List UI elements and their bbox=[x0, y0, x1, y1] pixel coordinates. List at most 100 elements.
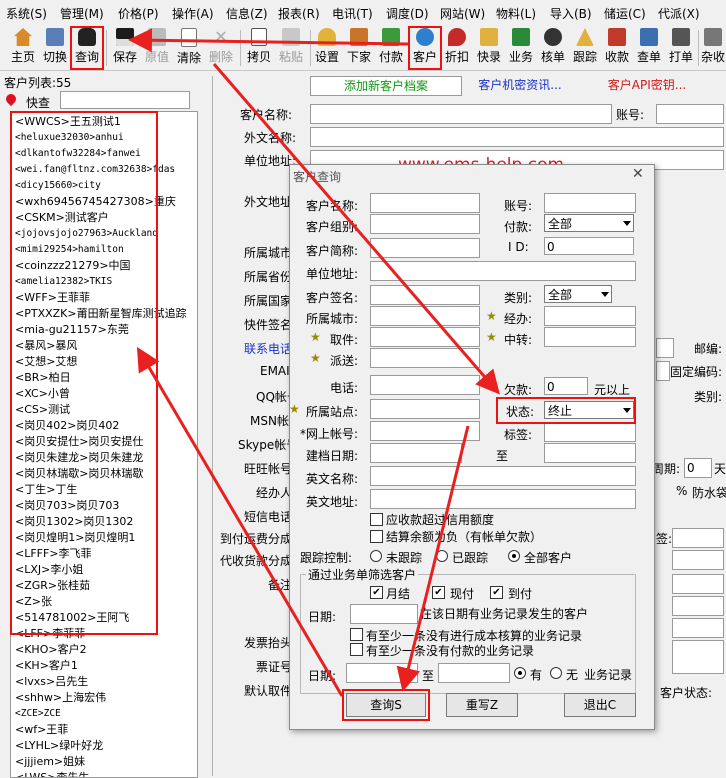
dlg-settle-checkbox[interactable] bbox=[370, 530, 383, 543]
close-icon[interactable]: ✕ bbox=[632, 166, 644, 182]
dlg-station-field[interactable] bbox=[370, 399, 480, 419]
menu-import[interactable]: 导入(B) bbox=[550, 5, 592, 22]
copy-button[interactable]: 拷贝 bbox=[244, 26, 274, 68]
dlg-address-field[interactable] bbox=[370, 261, 636, 281]
paste-button[interactable]: 粘贴 bbox=[276, 26, 306, 68]
quick-search-input[interactable] bbox=[60, 91, 190, 109]
customer-list-item[interactable]: <wf>王菲 bbox=[15, 722, 68, 737]
share-field-1[interactable] bbox=[672, 550, 724, 570]
dlg-handler-field[interactable] bbox=[544, 306, 636, 326]
dlg-created-to-field[interactable] bbox=[544, 443, 636, 463]
dlg-city-field[interactable] bbox=[370, 306, 480, 326]
dlg-credit-checkbox[interactable] bbox=[370, 513, 383, 526]
receive-button[interactable]: 收款 bbox=[602, 26, 632, 68]
dlg-monthly-checkbox[interactable]: ✔ bbox=[370, 586, 383, 599]
downstream-button[interactable]: 下家 bbox=[344, 26, 374, 68]
customer-list-item[interactable]: <lvxs>吕先生 bbox=[15, 674, 88, 689]
dlg-has-radio[interactable] bbox=[514, 667, 526, 679]
save-button[interactable]: 保存 bbox=[110, 26, 140, 68]
dlg-created-from-field[interactable] bbox=[370, 443, 462, 463]
account-field[interactable] bbox=[656, 104, 724, 124]
dlg-label-pickup: 取件: bbox=[330, 333, 359, 347]
dlg-web-account-field[interactable] bbox=[370, 421, 480, 441]
cycle-field[interactable]: 0 bbox=[684, 458, 712, 478]
dlg-owed-field[interactable]: 0 bbox=[544, 377, 588, 395]
sign-field[interactable] bbox=[672, 528, 724, 548]
share-field-5[interactable] bbox=[672, 640, 724, 674]
customer-name-field[interactable] bbox=[310, 104, 612, 124]
clear-button[interactable]: 清除 bbox=[174, 26, 204, 68]
dlg-cash-checkbox[interactable]: ✔ bbox=[432, 586, 445, 599]
dlg-group-field[interactable] bbox=[370, 214, 480, 234]
menu-storage[interactable]: 储运(C) bbox=[604, 5, 646, 22]
discount-button[interactable]: 折扣 bbox=[442, 26, 472, 68]
dlg-account-field[interactable] bbox=[544, 193, 636, 213]
search-order-button[interactable]: 查单 bbox=[634, 26, 664, 68]
share-field-3[interactable] bbox=[672, 596, 724, 616]
menu-info[interactable]: 信息(Z) bbox=[226, 5, 268, 22]
customer-list-item[interactable]: <LYHL>绿叶好龙 bbox=[15, 738, 103, 753]
menu-website[interactable]: 网站(W) bbox=[440, 5, 485, 22]
dlg-bottom-date-to[interactable] bbox=[438, 663, 510, 683]
dlg-tag-field[interactable] bbox=[544, 422, 636, 442]
undo-button[interactable]: 原值 bbox=[142, 26, 172, 68]
switch-button[interactable]: 切换 bbox=[40, 26, 70, 68]
share-field-4[interactable] bbox=[672, 618, 724, 638]
dlg-category-select[interactable]: 全部 bbox=[544, 285, 612, 303]
tab-customer-secret[interactable]: 客户机密资讯... bbox=[462, 76, 578, 94]
dlg-cost-checkbox[interactable] bbox=[350, 628, 363, 641]
customer-list-item[interactable]: <KH>客户1 bbox=[15, 658, 78, 673]
menu-operation[interactable]: 操作(A) bbox=[172, 5, 214, 22]
menu-materials[interactable]: 物料(L) bbox=[496, 5, 536, 22]
delete-button[interactable]: ✕ 删除 bbox=[206, 26, 236, 68]
dlg-tracking-done-radio[interactable] bbox=[436, 550, 448, 562]
dlg-tracking-all-radio[interactable] bbox=[508, 550, 520, 562]
customer-list-item[interactable]: <ZCE>ZCE bbox=[15, 706, 61, 721]
payment-button[interactable]: 付款 bbox=[376, 26, 406, 68]
foreign-name-field[interactable] bbox=[310, 127, 724, 147]
home-button[interactable]: 主页 bbox=[8, 26, 38, 68]
tab-add-customer[interactable]: 添加新客户档案 bbox=[310, 76, 462, 96]
menu-price[interactable]: 价格(P) bbox=[118, 5, 159, 22]
misc-button[interactable]: 杂收 bbox=[698, 26, 726, 68]
dlg-phone-field[interactable] bbox=[370, 375, 480, 395]
dlg-id-field[interactable]: 0 bbox=[544, 237, 634, 255]
share-field-2[interactable] bbox=[672, 574, 724, 594]
dlg-none-radio[interactable] bbox=[550, 667, 562, 679]
fixed-code-field[interactable] bbox=[656, 361, 670, 381]
menu-dispatch[interactable]: 调度(D) bbox=[386, 5, 429, 22]
dlg-pay-select[interactable]: 全部 bbox=[544, 214, 634, 232]
customer-list-item[interactable]: <LWS>李先生 bbox=[15, 770, 89, 777]
dlg-filter-date-field[interactable] bbox=[350, 604, 418, 624]
dlg-en-address-field[interactable] bbox=[370, 489, 636, 509]
menu-report[interactable]: 报表(R) bbox=[278, 5, 320, 22]
dlg-pickup-field[interactable] bbox=[370, 327, 480, 347]
postcode-field-left[interactable] bbox=[656, 338, 674, 358]
menu-manage[interactable]: 管理(M) bbox=[60, 5, 104, 22]
menu-agent[interactable]: 代派(X) bbox=[658, 5, 700, 22]
dlg-dispatch-field[interactable] bbox=[370, 348, 480, 368]
dlg-sign-field[interactable] bbox=[370, 285, 480, 305]
verify-button[interactable]: 核单 bbox=[538, 26, 568, 68]
tab-customer-api-key[interactable]: 客户API密钥... bbox=[592, 76, 702, 94]
quick-entry-button[interactable]: 快录 bbox=[474, 26, 504, 68]
customer-list-item[interactable]: <KHO>客户2 bbox=[15, 642, 87, 657]
dlg-en-name-field[interactable] bbox=[370, 466, 636, 486]
track-button[interactable]: 跟踪 bbox=[570, 26, 600, 68]
customer-list-item[interactable]: <shhw>上海宏伟 bbox=[15, 690, 106, 705]
dlg-exit-button[interactable]: 退出C bbox=[564, 693, 636, 717]
dlg-rewrite-button[interactable]: 重写Z bbox=[446, 693, 518, 717]
business-button[interactable]: 业务 bbox=[506, 26, 536, 68]
dlg-cod-checkbox[interactable]: ✔ bbox=[490, 586, 503, 599]
customer-list-item[interactable]: <jjjiem>姐妹 bbox=[15, 754, 85, 769]
menu-system[interactable]: 系统(S) bbox=[6, 5, 47, 22]
dlg-bottom-date-from[interactable] bbox=[346, 663, 418, 683]
dlg-name-field[interactable] bbox=[370, 193, 480, 213]
dlg-transit-field[interactable] bbox=[544, 327, 636, 347]
dlg-short-field[interactable] bbox=[370, 238, 480, 258]
settings-button[interactable]: 设置 bbox=[312, 26, 342, 68]
menu-telecom[interactable]: 电讯(T) bbox=[332, 5, 373, 22]
dlg-tracking-none-radio[interactable] bbox=[370, 550, 382, 562]
print-button[interactable]: 打单 bbox=[666, 26, 696, 68]
dlg-payment-checkbox[interactable] bbox=[350, 643, 363, 656]
